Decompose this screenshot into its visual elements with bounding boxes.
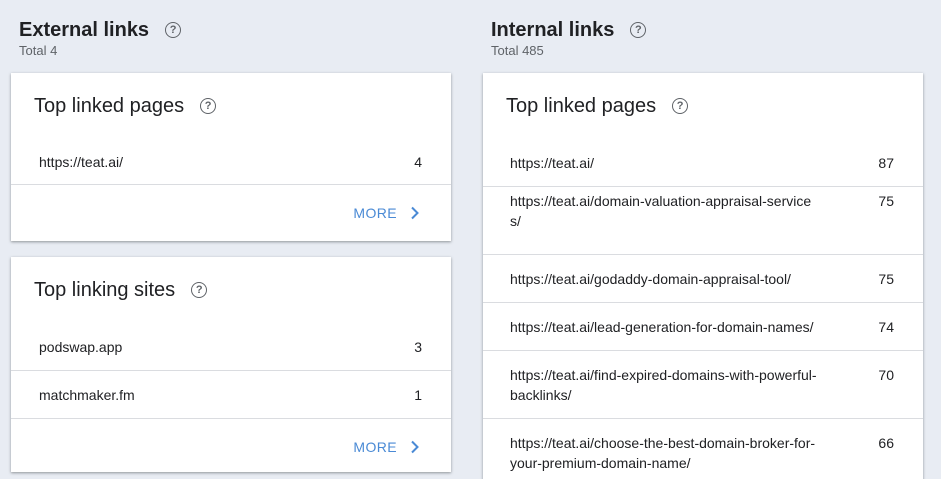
external-links-header: External links ? Total 4 bbox=[19, 17, 182, 59]
table-row[interactable]: https://teat.ai/ 4 bbox=[11, 139, 451, 185]
row-url: https://teat.ai/lead-generation-for-doma… bbox=[510, 318, 814, 335]
more-button[interactable]: MORE bbox=[353, 205, 421, 221]
row-count: 70 bbox=[878, 367, 894, 383]
internal-links-total: Total 485 bbox=[491, 43, 544, 58]
row-url: https://teat.ai/ bbox=[510, 154, 595, 171]
row-count: 1 bbox=[414, 386, 422, 403]
row-count: 4 bbox=[414, 153, 422, 170]
external-links-title: External links ? bbox=[19, 17, 182, 43]
row-url: matchmaker.fm bbox=[39, 386, 135, 403]
help-icon[interactable]: ? bbox=[191, 282, 208, 298]
internal-top-linked-pages-card: Top linked pages ? https://teat.ai/ 87 h… bbox=[483, 73, 923, 479]
row-url: https://teat.ai/godaddy-domain-appraisal… bbox=[510, 270, 791, 287]
chevron-right-icon bbox=[411, 440, 419, 454]
internal-links-header: Internal links ? Total 485 bbox=[491, 17, 647, 59]
internal-links-title: Internal links ? bbox=[491, 17, 647, 43]
table-row[interactable]: https://teat.ai/choose-the-best-domain-b… bbox=[483, 419, 923, 479]
external-links-total: Total 4 bbox=[19, 43, 58, 58]
table-row[interactable]: https://teat.ai/godaddy-domain-appraisal… bbox=[483, 255, 923, 303]
external-top-linked-pages-card: Top linked pages ? https://teat.ai/ 4 MO… bbox=[11, 73, 451, 241]
card-title: Top linked pages ? bbox=[483, 73, 923, 139]
help-icon[interactable]: ? bbox=[200, 98, 217, 114]
more-button[interactable]: MORE bbox=[353, 439, 421, 455]
more-bar: MORE bbox=[11, 185, 451, 241]
row-url: https://teat.ai/choose-the-best-domain-b… bbox=[510, 435, 816, 471]
row-count: 66 bbox=[878, 435, 894, 451]
table-row[interactable]: https://teat.ai/ 87 bbox=[483, 139, 923, 187]
help-icon[interactable]: ? bbox=[165, 22, 182, 38]
row-count: 75 bbox=[878, 193, 894, 209]
table-row[interactable]: https://teat.ai/lead-generation-for-doma… bbox=[483, 303, 923, 351]
row-count: 75 bbox=[878, 270, 894, 287]
help-icon[interactable]: ? bbox=[630, 22, 647, 38]
table-row[interactable]: https://teat.ai/domain-valuation-apprais… bbox=[483, 187, 923, 255]
card-title: Top linking sites ? bbox=[11, 257, 451, 323]
row-url: https://teat.ai/find-expired-domains-wit… bbox=[510, 367, 817, 403]
row-url: podswap.app bbox=[39, 338, 123, 355]
row-url: https://teat.ai/domain-valuation-apprais… bbox=[510, 193, 812, 229]
card-title: Top linked pages ? bbox=[11, 73, 451, 139]
external-top-linking-sites-card: Top linking sites ? podswap.app 3 matchm… bbox=[11, 257, 451, 472]
table-row[interactable]: podswap.app 3 bbox=[11, 323, 451, 371]
row-url: https://teat.ai/ bbox=[39, 153, 124, 170]
chevron-right-icon bbox=[411, 206, 419, 220]
row-count: 74 bbox=[878, 318, 894, 335]
row-count: 3 bbox=[414, 338, 422, 355]
table-row[interactable]: matchmaker.fm 1 bbox=[11, 371, 451, 419]
help-icon[interactable]: ? bbox=[672, 98, 689, 114]
table-row[interactable]: https://teat.ai/find-expired-domains-wit… bbox=[483, 351, 923, 419]
row-count: 87 bbox=[878, 154, 894, 171]
more-bar: MORE bbox=[11, 419, 451, 475]
